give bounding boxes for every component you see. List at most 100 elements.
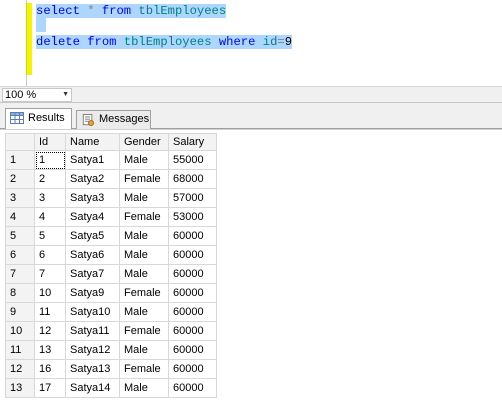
row-number[interactable]: 5 [5, 226, 35, 246]
table-row[interactable]: 5 5 Satya5 Male 60000 [5, 226, 217, 246]
table-row[interactable]: 6 6 Satya6 Male 60000 [5, 245, 217, 265]
row-number[interactable]: 7 [5, 264, 35, 284]
table-row[interactable]: 13 17 Satya14 Male 60000 [5, 378, 217, 398]
column-name: id [255, 35, 278, 49]
cell-gender[interactable]: Male [119, 378, 169, 398]
cell-name[interactable]: Satya13 [65, 359, 120, 379]
cell-name[interactable]: Satya7 [65, 264, 120, 284]
cell-id[interactable]: 10 [34, 283, 66, 303]
cell-gender[interactable]: Male [119, 245, 169, 265]
row-number[interactable]: 11 [5, 340, 35, 360]
cell-id[interactable]: 17 [34, 378, 66, 398]
row-number[interactable]: 8 [5, 283, 35, 303]
row-number[interactable]: 9 [5, 302, 35, 322]
cell-id[interactable]: 2 [34, 169, 66, 189]
cell-id[interactable]: 11 [34, 302, 66, 322]
cell-gender[interactable]: Female [119, 321, 169, 341]
cell-gender[interactable]: Male [119, 340, 169, 360]
cell-salary[interactable]: 60000 [168, 321, 217, 341]
table-row[interactable]: 12 16 Satya13 Female 60000 [5, 359, 217, 379]
table-row[interactable]: 8 10 Satya9 Female 60000 [5, 283, 217, 303]
table-row[interactable]: 7 7 Satya7 Male 60000 [5, 264, 217, 284]
cell-name[interactable]: Satya14 [65, 378, 120, 398]
cell-gender[interactable]: Male [119, 302, 169, 322]
cell-gender[interactable]: Male [119, 188, 169, 208]
column-header-name[interactable]: Name [65, 133, 120, 151]
cell-id[interactable]: 4 [34, 207, 66, 227]
cell-salary[interactable]: 60000 [168, 340, 217, 360]
cell-name[interactable]: Satya6 [65, 245, 120, 265]
cell-name[interactable]: Satya3 [65, 188, 120, 208]
cell-gender[interactable]: Male [119, 226, 169, 246]
query-line-delete[interactable]: delete from tblEmployees where id=9 [36, 35, 293, 49]
zoom-value: 100 % [5, 89, 37, 101]
keyword-delete: delete [36, 35, 80, 49]
cell-salary[interactable]: 60000 [168, 226, 217, 246]
cell-id[interactable]: 3 [34, 188, 66, 208]
chevron-down-icon[interactable]: ▼ [62, 89, 69, 101]
row-number[interactable]: 2 [5, 169, 35, 189]
table-row[interactable]: 11 13 Satya12 Male 60000 [5, 340, 217, 360]
table-row[interactable]: 4 4 Satya4 Female 53000 [5, 207, 217, 227]
column-header-id[interactable]: Id [34, 133, 66, 151]
column-header-gender[interactable]: Gender [119, 133, 169, 151]
row-number[interactable]: 12 [5, 359, 35, 379]
results-grid[interactable]: Id Name Gender Salary 1 1 Satya1 Male 55000 2… [5, 133, 217, 398]
cell-salary[interactable]: 60000 [168, 245, 217, 265]
cell-gender[interactable]: Female [119, 169, 169, 189]
query-line-blank[interactable] [36, 18, 46, 32]
cell-name[interactable]: Satya2 [65, 169, 120, 189]
table-row[interactable]: 9 11 Satya10 Male 60000 [5, 302, 217, 322]
row-number[interactable]: 10 [5, 321, 35, 341]
literal-value: 9 [284, 35, 293, 49]
cell-name[interactable]: Satya5 [65, 226, 120, 246]
cell-name[interactable]: Satya12 [65, 340, 120, 360]
cell-id[interactable]: 13 [34, 340, 66, 360]
cell-id[interactable]: 7 [34, 264, 66, 284]
table-row[interactable]: 3 3 Satya3 Male 57000 [5, 188, 217, 208]
cell-gender[interactable]: Female [119, 359, 169, 379]
cell-id[interactable]: 16 [34, 359, 66, 379]
keyword-from: from [79, 35, 117, 49]
cell-salary[interactable]: 53000 [168, 207, 217, 227]
keyword-select: select [36, 4, 80, 18]
row-number[interactable]: 13 [5, 378, 35, 398]
cell-salary[interactable]: 60000 [168, 302, 217, 322]
cell-name[interactable]: Satya11 [65, 321, 120, 341]
row-number[interactable]: 1 [5, 150, 35, 170]
grid-header-row: Id Name Gender Salary [5, 133, 217, 151]
row-header-corner[interactable] [5, 133, 35, 151]
cell-gender[interactable]: Female [119, 207, 169, 227]
table-row[interactable]: 1 1 Satya1 Male 55000 [5, 150, 217, 170]
results-grid-area[interactable]: Id Name Gender Salary 1 1 Satya1 Male 55000 2… [0, 129, 502, 404]
cell-gender[interactable]: Male [119, 264, 169, 284]
cell-gender[interactable]: Female [119, 283, 169, 303]
tab-results[interactable]: Results [5, 108, 72, 129]
cell-name[interactable]: Satya10 [65, 302, 120, 322]
cell-salary[interactable]: 57000 [168, 188, 217, 208]
cell-name[interactable]: Satya1 [65, 150, 120, 170]
cell-salary[interactable]: 68000 [168, 169, 217, 189]
cell-gender[interactable]: Male [119, 150, 169, 170]
cell-id[interactable]: 6 [34, 245, 66, 265]
table-row[interactable]: 2 2 Satya2 Female 68000 [5, 169, 217, 189]
cell-id[interactable]: 12 [34, 321, 66, 341]
cell-id[interactable]: 5 [34, 226, 66, 246]
cell-salary[interactable]: 60000 [168, 283, 217, 303]
table-row[interactable]: 10 12 Satya11 Female 60000 [5, 321, 217, 341]
row-number[interactable]: 3 [5, 188, 35, 208]
row-number[interactable]: 6 [5, 245, 35, 265]
cell-name[interactable]: Satya4 [65, 207, 120, 227]
cell-salary[interactable]: 60000 [168, 359, 217, 379]
cell-name[interactable]: Satya9 [65, 283, 120, 303]
zoom-dropdown[interactable]: 100 % ▼ [2, 88, 72, 102]
cell-salary[interactable]: 60000 [168, 378, 217, 398]
query-line-select[interactable]: select * from tblEmployees [36, 4, 227, 18]
query-editor[interactable]: select * from tblEmployees delete from t… [0, 0, 502, 86]
cell-id[interactable]: 1 [34, 150, 66, 170]
tab-messages[interactable]: Messages [76, 110, 151, 129]
cell-salary[interactable]: 55000 [168, 150, 217, 170]
row-number[interactable]: 4 [5, 207, 35, 227]
column-header-salary[interactable]: Salary [168, 133, 217, 151]
cell-salary[interactable]: 60000 [168, 264, 217, 284]
